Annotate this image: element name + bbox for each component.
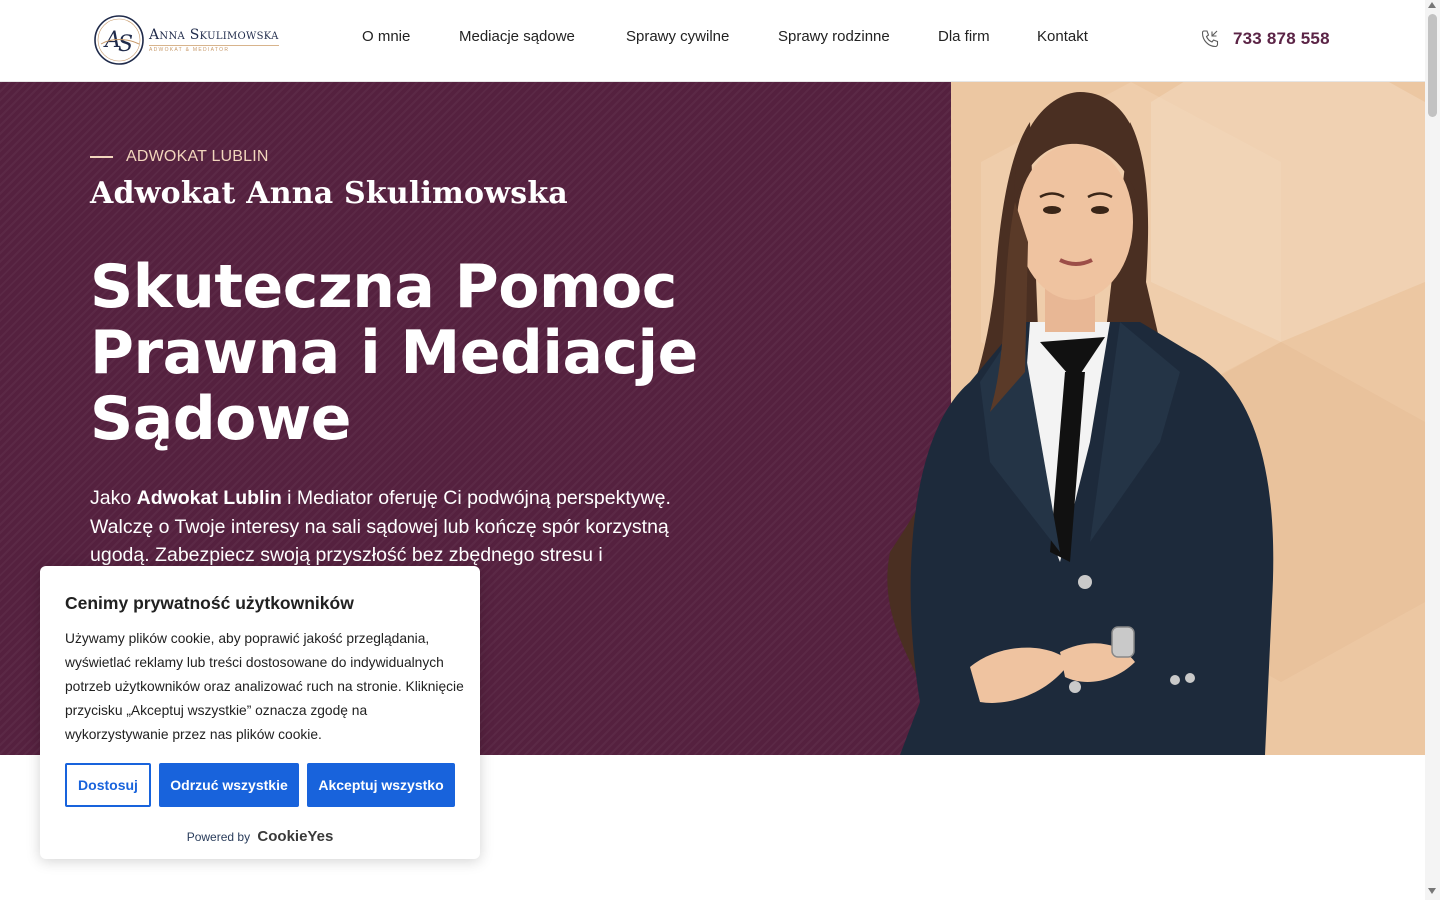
hero-subtitle: Adwokat Anna Skulimowska: [90, 176, 568, 211]
powered-by: Powered by CookieYes: [40, 828, 480, 845]
cookie-description: Używamy plików cookie, aby poprawić jako…: [65, 631, 464, 742]
logo-name: Anna Skulimowska: [149, 27, 279, 43]
powered-by-label: Powered by: [186, 830, 251, 844]
nav-item-o-mnie[interactable]: O mnie: [362, 28, 410, 45]
logo-tagline: Adwokat & Mediator: [149, 45, 279, 53]
customize-button[interactable]: Dostosuj: [65, 763, 151, 807]
cookie-consent-dialog: Cenimy prywatność użytkowników Używamy p…: [40, 566, 480, 859]
lead-bold: Adwokat Lublin: [136, 487, 282, 509]
portrait-photo: [887, 92, 1274, 755]
accept-all-button[interactable]: Akceptuj wszystko: [307, 763, 455, 807]
nav-item-mediacje-sadowe[interactable]: Mediacje sądowe: [459, 28, 575, 45]
scrollbar-thumb[interactable]: [1428, 14, 1437, 117]
hero-headline: Skuteczna Pomoc Prawna i Mediacje Sądowe: [90, 252, 698, 454]
cookie-title: Cenimy prywatność użytkowników: [65, 593, 354, 613]
eyebrow-text: ADWOKAT LUBLIN: [126, 148, 269, 165]
site-header: A S Anna Skulimowska Adwokat & Mediator …: [0, 0, 1425, 82]
lead-pre: Jako: [90, 487, 137, 509]
nav-item-sprawy-cywilne[interactable]: Sprawy cywilne: [626, 28, 729, 45]
phone-number: 733 878 558: [1233, 29, 1330, 48]
reject-all-button[interactable]: Odrzuć wszystkie: [159, 763, 299, 807]
nav-item-kontakt[interactable]: Kontakt: [1037, 28, 1088, 45]
nav-item-sprawy-rodzinne[interactable]: Sprawy rodzinne: [778, 28, 890, 45]
page-scrollbar[interactable]: [1425, 0, 1440, 900]
nav-item-dla-firm[interactable]: Dla firm: [938, 28, 990, 45]
eyebrow-dash: [90, 156, 113, 158]
site-logo[interactable]: A S Anna Skulimowska Adwokat & Mediator: [93, 14, 279, 66]
phone-icon: [1201, 30, 1219, 48]
logo-monogram-icon: A S: [94, 15, 144, 65]
scroll-up-arrow-icon[interactable]: [1428, 2, 1436, 8]
cookieyes-logo[interactable]: CookieYes: [257, 828, 333, 845]
svg-text:S: S: [118, 32, 133, 57]
hero-eyebrow: ADWOKAT LUBLIN: [90, 148, 269, 166]
phone-link[interactable]: 733 878 558: [1200, 29, 1330, 49]
hero-lead: Jako Adwokat Lublin i Mediator oferuję C…: [90, 484, 700, 570]
scroll-down-arrow-icon[interactable]: [1428, 888, 1436, 894]
